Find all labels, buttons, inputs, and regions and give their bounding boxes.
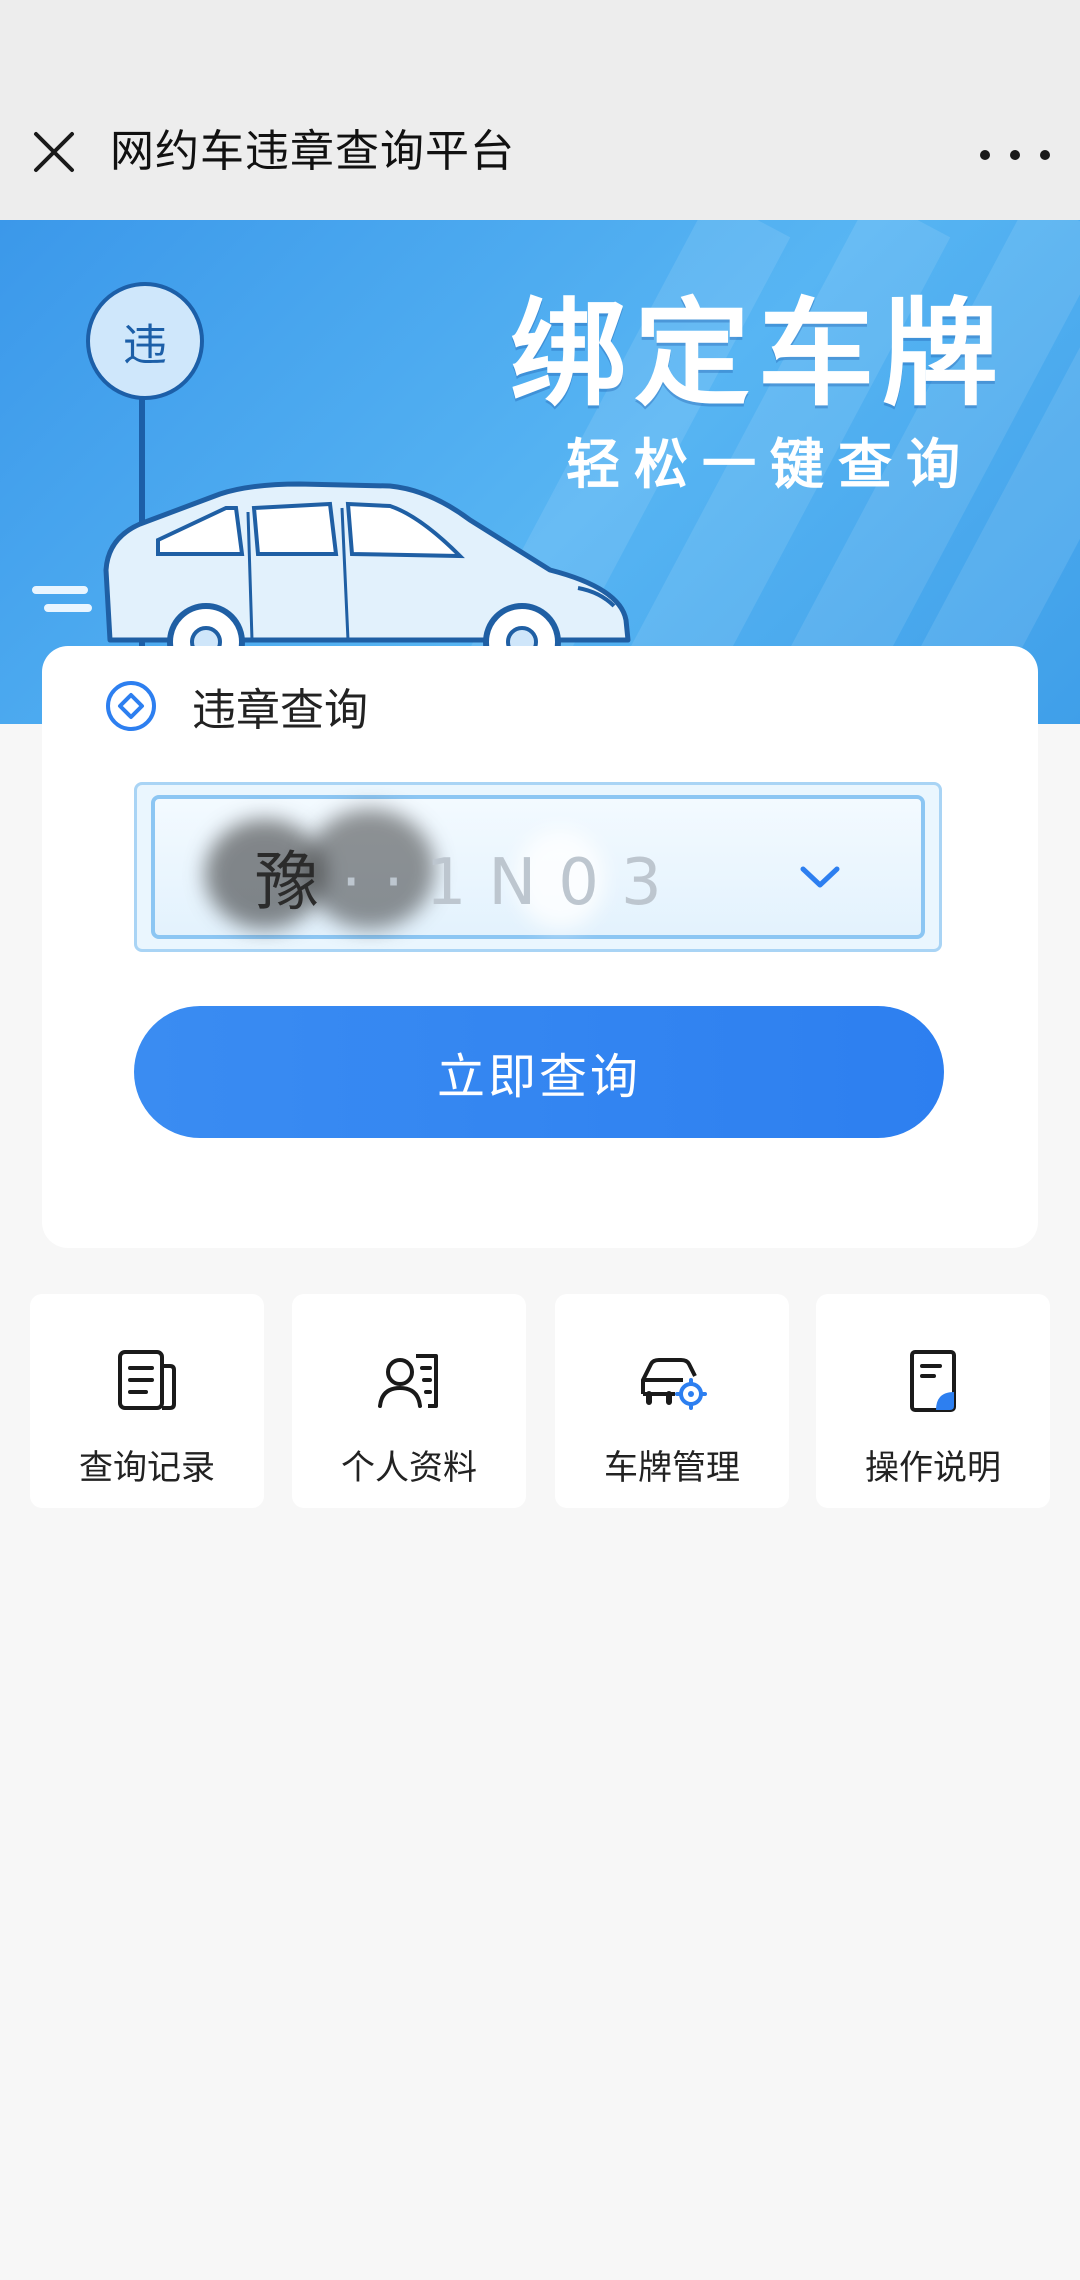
menu-item-profile[interactable]: 个人资料: [292, 1294, 526, 1508]
instructions-icon: [910, 1350, 956, 1412]
menu-item-plate-management[interactable]: 车牌管理: [555, 1294, 789, 1508]
menu-label: 查询记录: [79, 1448, 215, 1488]
card-heading: 违章查询: [104, 676, 368, 736]
top-navigation-bar: 网约车违章查询平台: [0, 80, 1080, 220]
menu-item-query-record[interactable]: 查询记录: [30, 1294, 264, 1508]
menu-label: 个人资料: [341, 1448, 477, 1488]
query-now-button[interactable]: 立即查询: [134, 1006, 944, 1138]
menu-item-instructions[interactable]: 操作说明: [816, 1294, 1050, 1508]
more-options-icon: [980, 150, 990, 160]
status-bar: [0, 0, 1080, 80]
plate-rest: ··1N03: [341, 846, 684, 920]
banner-headline: 绑定车牌: [510, 287, 1006, 422]
plate-manage-icon: [641, 1358, 707, 1410]
violation-sign: 违: [86, 282, 204, 400]
page-title: 网约车违章查询平台: [110, 126, 515, 177]
violation-sign-text: 违: [123, 320, 167, 371]
violation-query-card: 违章查询 豫··1N03 立即查询: [42, 646, 1038, 1248]
card-title: 违章查询: [192, 685, 368, 736]
menu-label: 操作说明: [865, 1448, 1001, 1488]
plate-selector[interactable]: 豫··1N03: [134, 782, 942, 952]
car-illustration: [32, 481, 640, 680]
diamond-circle-icon: [106, 681, 156, 731]
profile-icon: [378, 1354, 438, 1408]
close-icon: [34, 132, 74, 172]
chevron-down-icon: [800, 866, 840, 888]
more-options-button[interactable]: [980, 130, 1050, 180]
query-record-icon: [118, 1350, 176, 1410]
menu-label: 车牌管理: [604, 1448, 740, 1488]
banner-subline: 轻松一键查询: [566, 433, 974, 496]
plate-number: 豫··1N03: [255, 847, 684, 919]
close-button[interactable]: [28, 126, 80, 178]
plate-province: 豫: [255, 846, 341, 920]
